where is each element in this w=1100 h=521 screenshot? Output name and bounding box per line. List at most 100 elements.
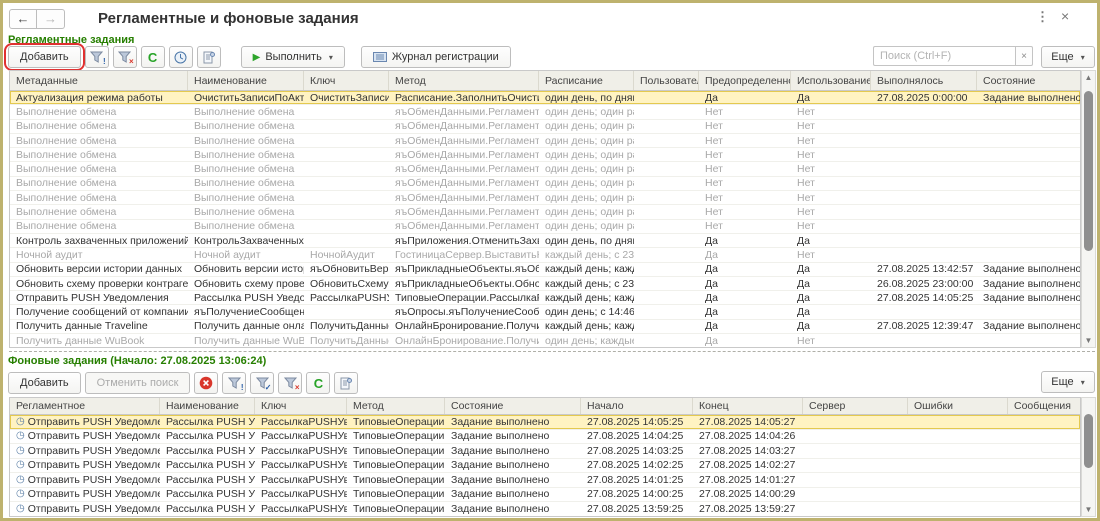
table-row[interactable]: ◷Отправить PUSH Уведомления:Р…Рассылка P…	[10, 488, 1080, 503]
clear-filter-icon[interactable]: ×	[113, 46, 137, 68]
cell: один день; один раз …	[539, 162, 634, 175]
column-header[interactable]: Расписание	[539, 71, 634, 90]
column-header[interactable]: Метод	[347, 398, 445, 414]
cell: Задание выполнено	[445, 444, 581, 458]
cell: Да	[699, 305, 791, 318]
events-icon[interactable]	[197, 46, 221, 68]
table-row[interactable]: ◷Отправить PUSH Уведомления:Р…Рассылка P…	[10, 473, 1080, 488]
table-row[interactable]: Отправить PUSH УведомленияРассылка PUSH …	[10, 291, 1080, 305]
column-header[interactable]: Метаданные	[10, 71, 188, 90]
table-row[interactable]: Ночной аудитНочной аудитНочнойАудитГости…	[10, 248, 1080, 262]
configure-filter-icon[interactable]: !	[222, 372, 246, 394]
cell-text: Получить данные WuBook	[16, 335, 144, 347]
cell: 27.08.2025 12:39:47	[871, 320, 977, 333]
column-header[interactable]: Предопределенное	[699, 71, 791, 90]
column-header[interactable]: Конец	[693, 398, 803, 414]
window-menu-icon[interactable]: ⋮	[1036, 9, 1049, 25]
clear-filter-icon[interactable]: ×	[278, 372, 302, 394]
search-input[interactable]	[873, 46, 1015, 66]
column-header[interactable]: Метод	[389, 71, 539, 90]
cell: Задание выполнено	[445, 415, 581, 429]
table-row[interactable]: Выполнение обменаВыполнение обменаяъОбме…	[10, 205, 1080, 219]
configure-filter-icon[interactable]: !	[85, 46, 109, 68]
table-row[interactable]: Выполнение обменаВыполнение обменаяъОбме…	[10, 177, 1080, 191]
table-row[interactable]: Выполнение обменаВыполнение обменаяъОбме…	[10, 162, 1080, 176]
cell: ◷Отправить PUSH Уведомления:Р…	[10, 415, 160, 429]
column-header[interactable]: Пользователь	[634, 71, 699, 90]
scheduled-table-scrollbar[interactable]: ▲ ▼	[1081, 70, 1096, 348]
column-header[interactable]: Начало	[581, 398, 693, 414]
cell	[634, 148, 699, 161]
column-header[interactable]: Выполнялось	[871, 71, 977, 90]
cell-text: Задание выполнено	[983, 292, 1081, 304]
table-row[interactable]: Получение сообщений от компании кинтяъПо…	[10, 305, 1080, 319]
column-header[interactable]: Наименование	[188, 71, 304, 90]
search-clear-icon[interactable]: ×	[1015, 46, 1033, 66]
cell-text: 27.08.2025 14:04:25	[587, 430, 683, 442]
cell-text: Выполнение обмена	[194, 135, 294, 147]
table-row[interactable]: ◷Отправить PUSH Уведомления:Р…Рассылка P…	[10, 459, 1080, 474]
table-row[interactable]: ◷Отправить PUSH Уведомления:Р…Рассылка P…	[10, 415, 1080, 430]
cell: один день; один раз …	[539, 177, 634, 190]
cell	[634, 277, 699, 290]
events-icon[interactable]	[334, 372, 358, 394]
table-row[interactable]: Выполнение обменаВыполнение обменаяъОбме…	[10, 120, 1080, 134]
registration-journal-button[interactable]: Журнал регистрации	[361, 46, 511, 68]
column-header[interactable]: Сервер	[803, 398, 908, 414]
table-row[interactable]: ◷Отправить PUSH Уведомления:Р…Рассылка P…	[10, 430, 1080, 445]
cell-text: Нет	[705, 149, 723, 161]
cell: Нет	[699, 134, 791, 147]
column-header[interactable]: Состояние	[445, 398, 581, 414]
journal-icon	[373, 52, 387, 62]
background-table-scrollbar[interactable]: ▼	[1081, 397, 1096, 517]
column-header[interactable]: Ошибки	[908, 398, 1008, 414]
scroll-up-icon[interactable]: ▲	[1082, 73, 1095, 82]
window-close-icon[interactable]: ×	[1061, 8, 1069, 24]
scroll-down-icon[interactable]: ▼	[1082, 336, 1095, 345]
column-header[interactable]: Ключ	[255, 398, 347, 414]
table-row[interactable]: Контроль захваченных приложенийКонтрольЗ…	[10, 234, 1080, 248]
set-filter-icon[interactable]: ✓	[250, 372, 274, 394]
cell-text: Задание выполнено	[983, 263, 1081, 275]
table-row[interactable]: Выполнение обменаВыполнение обменаяъОбме…	[10, 220, 1080, 234]
table-row[interactable]: Обновить версии истории данныхОбновить в…	[10, 263, 1080, 277]
add-background-button[interactable]: Добавить	[8, 372, 81, 394]
dropdown-arrow-icon: ▾	[1081, 53, 1085, 62]
background-more-button[interactable]: Еще ▾	[1041, 371, 1095, 393]
table-row[interactable]: ◷Отправить PUSH Уведомления:Р…Рассылка P…	[10, 444, 1080, 459]
column-header[interactable]: Использование	[791, 71, 871, 90]
cell-text: Обновить схему проверки контрагентов	[16, 278, 188, 290]
table-row[interactable]: Актуализация режима работыОчиститьЗаписи…	[10, 91, 1080, 105]
cell-text: яъОбменДанными.Регламентн…	[395, 149, 539, 161]
cell-text: ТиповыеОперации.Расс…	[353, 430, 445, 442]
table-row[interactable]: Выполнение обменаВыполнение обменаяъОбме…	[10, 148, 1080, 162]
run-button[interactable]: ▶ Выполнить ▾	[241, 46, 345, 68]
cell: один день; один раз …	[539, 148, 634, 161]
table-row[interactable]: Получить данные TravelineПолучить данные…	[10, 320, 1080, 334]
scroll-thumb[interactable]	[1084, 414, 1093, 468]
schedule-icon[interactable]	[169, 46, 193, 68]
refresh-icon[interactable]: C	[306, 372, 330, 394]
scroll-down-icon[interactable]: ▼	[1082, 505, 1095, 514]
scroll-thumb[interactable]	[1084, 91, 1093, 251]
table-row[interactable]: Получить данные WuBookПолучить данные Wu…	[10, 334, 1080, 348]
column-header[interactable]: Наименование	[160, 398, 255, 414]
cancel-search-button[interactable]: Отменить поиск	[85, 372, 191, 394]
cell-text: Ночной аудит	[16, 249, 83, 261]
cell: 27.08.2025 0:00:00	[871, 91, 977, 104]
column-header[interactable]: Сообщения	[1008, 398, 1081, 414]
cancel-icon[interactable]	[194, 372, 218, 394]
add-button[interactable]: Добавить	[8, 46, 81, 68]
column-header[interactable]: Состояние	[977, 71, 1081, 90]
forward-button[interactable]: →	[37, 9, 65, 29]
refresh-icon[interactable]: C	[141, 46, 165, 68]
table-row[interactable]: Выполнение обменаВыполнение обменаяъОбме…	[10, 191, 1080, 205]
table-row[interactable]: Обновить схему проверки контрагентовОбно…	[10, 277, 1080, 291]
table-row[interactable]: Выполнение обменаВыполнение обменаяъОбме…	[10, 105, 1080, 119]
column-header[interactable]: Регламентное	[10, 398, 160, 414]
table-row[interactable]: ◷Отправить PUSH Уведомления:Р…Рассылка P…	[10, 502, 1080, 517]
back-button[interactable]: ←	[9, 9, 37, 29]
scheduled-more-button[interactable]: Еще ▾	[1041, 46, 1095, 68]
column-header[interactable]: Ключ	[304, 71, 389, 90]
table-row[interactable]: Выполнение обменаВыполнение обменаяъОбме…	[10, 134, 1080, 148]
